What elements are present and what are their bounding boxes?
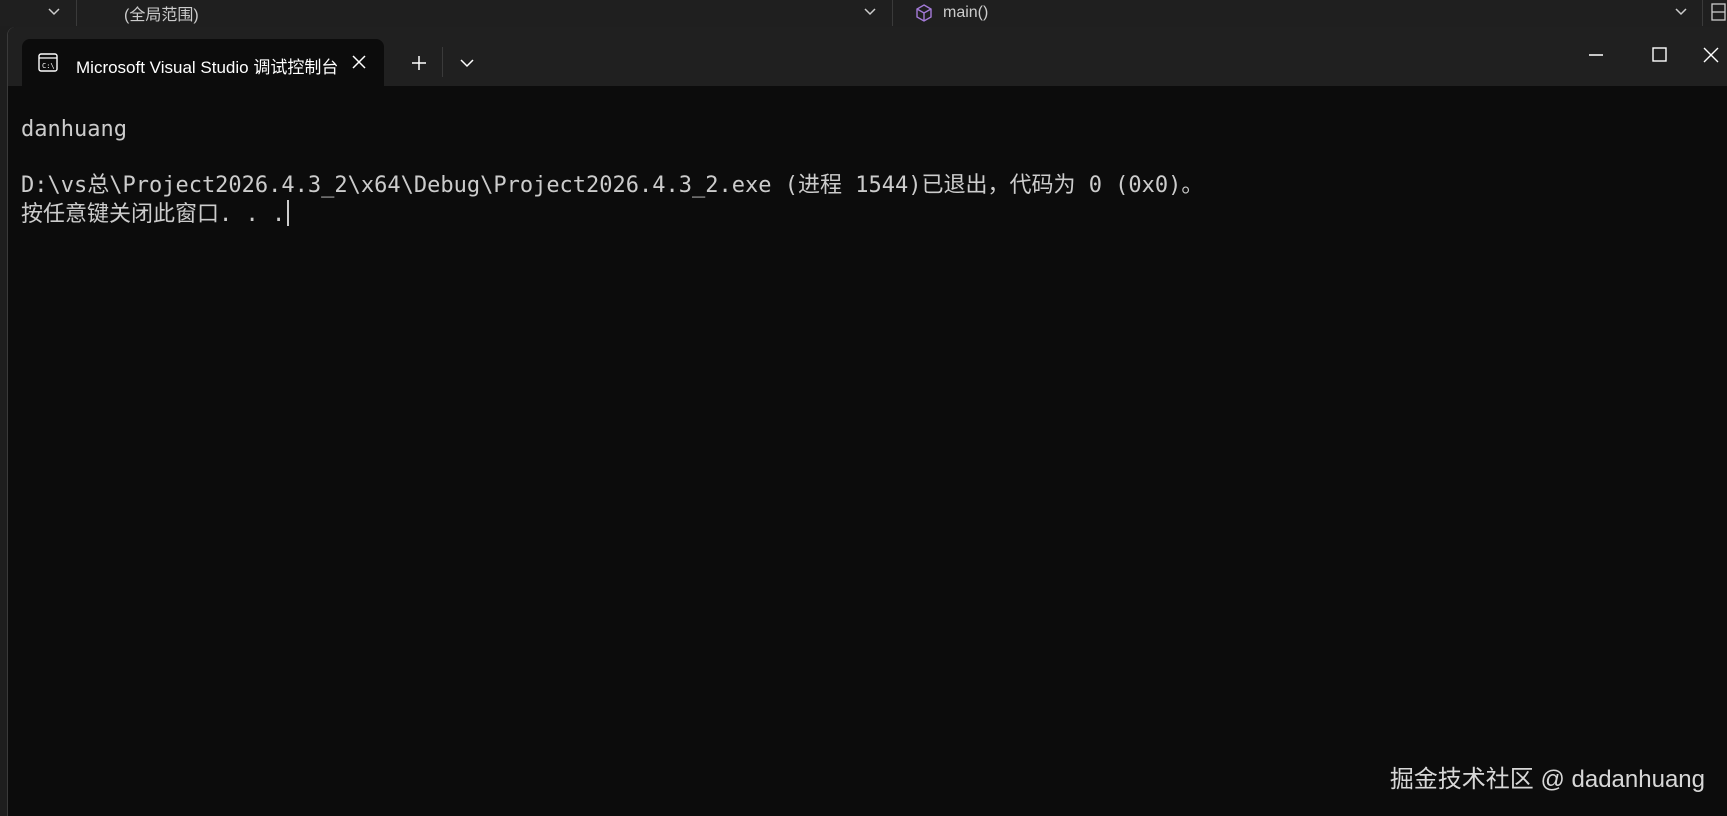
console-prompt-line: 按任意键关闭此窗口. . . — [21, 200, 290, 229]
tab-divider — [442, 47, 443, 77]
plus-icon[interactable] — [402, 48, 436, 78]
close-icon[interactable] — [1685, 35, 1727, 75]
chevron-down-icon[interactable] — [1674, 4, 1688, 18]
terminal-titlebar[interactable]: C:\ Microsoft Visual Studio 调试控制台 — [8, 27, 1727, 86]
chevron-down-icon[interactable] — [450, 48, 484, 78]
close-icon[interactable] — [348, 51, 370, 73]
navbar-separator — [892, 0, 893, 26]
svg-text:C:\: C:\ — [42, 62, 55, 70]
scope-dropdown[interactable]: (全局范围) — [124, 0, 199, 26]
screen: (全局范围) main() C:\ Microsoft Visual Studi… — [0, 0, 1727, 816]
function-label: main() — [943, 4, 989, 21]
split-icon[interactable] — [1710, 2, 1727, 22]
console-line: D:\vs总\Project2026.4.3_2\x64\Debug\Proje… — [21, 173, 1204, 198]
function-dropdown[interactable]: main() — [914, 0, 988, 26]
watermark: 掘金技术社区 @ dadanhuang — [1389, 766, 1705, 793]
cube-icon — [916, 4, 932, 22]
console-output[interactable]: danhuang D:\vs总\Project2026.4.3_2\x64\De… — [8, 86, 1727, 816]
chevron-down-icon[interactable] — [47, 4, 61, 18]
terminal-tab[interactable]: C:\ Microsoft Visual Studio 调试控制台 — [22, 39, 384, 86]
minimize-icon[interactable] — [1571, 35, 1621, 75]
maximize-icon[interactable] — [1634, 35, 1684, 75]
scope-label: (全局范围) — [124, 7, 199, 24]
navbar-separator — [1702, 0, 1703, 26]
navbar-separator — [76, 0, 77, 26]
vs-navigation-bar: (全局范围) main() — [0, 0, 1727, 26]
console-line: 按任意键关闭此窗口. . . — [21, 202, 286, 227]
console-line: danhuang — [21, 117, 127, 142]
tab-title: Microsoft Visual Studio 调试控制台 — [76, 58, 339, 75]
console-icon: C:\ — [38, 53, 58, 72]
terminal-window: C:\ Microsoft Visual Studio 调试控制台 danhua… — [8, 27, 1727, 816]
chevron-down-icon[interactable] — [863, 4, 877, 18]
text-cursor — [287, 200, 290, 226]
